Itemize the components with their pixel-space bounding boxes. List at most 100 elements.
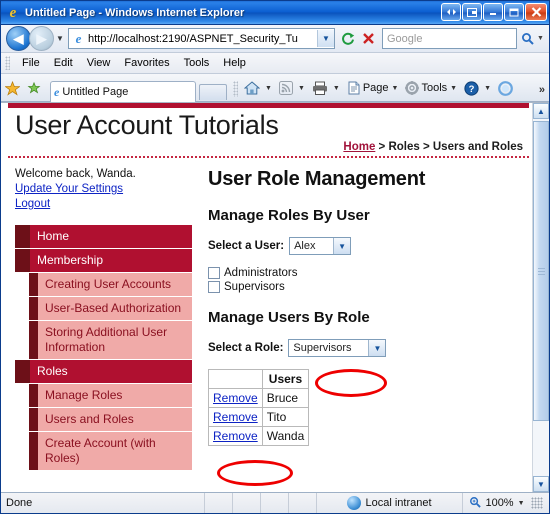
menu-edit[interactable]: Edit: [47, 57, 80, 69]
sidebar-item-manage-roles[interactable]: Manage Roles: [15, 384, 192, 408]
rss-feed-icon: [278, 81, 293, 95]
page-menu-button[interactable]: Page ▼: [345, 77, 404, 99]
stop-button[interactable]: [358, 28, 379, 49]
table-header-action: [208, 369, 263, 389]
page-favicon-icon: e: [75, 31, 82, 46]
scroll-down-icon[interactable]: ▼: [533, 476, 549, 492]
print-button[interactable]: ▼: [310, 77, 345, 99]
help-dropdown-icon[interactable]: ▼: [484, 85, 491, 92]
home-button[interactable]: ▼: [242, 77, 277, 99]
checkbox-label-supervisors: Supervisors: [224, 281, 285, 293]
role-dropdown[interactable]: Supervisors ▼: [288, 339, 387, 357]
zoom-control[interactable]: 100% ▼: [463, 493, 549, 513]
sidebar-item-create-account-with-roles[interactable]: Create Account (with Roles): [15, 432, 192, 471]
user-dropdown[interactable]: Alex ▼: [289, 237, 352, 255]
chevron-down-icon[interactable]: ▼: [333, 238, 351, 254]
checkbox-administrators[interactable]: [208, 267, 220, 279]
back-arrow-icon: ◀: [13, 31, 24, 46]
command-overflow-icon[interactable]: »: [539, 84, 545, 96]
home-dropdown-icon[interactable]: ▼: [265, 85, 272, 92]
browser-tab[interactable]: e Untitled Page: [50, 81, 196, 102]
menu-bar: File Edit View Favorites Tools Help: [1, 53, 549, 74]
menu-gripper[interactable]: [5, 56, 10, 70]
close-button[interactable]: [525, 3, 547, 21]
status-text: Done: [1, 493, 205, 513]
sidebar-item-user-based-authorization[interactable]: User-Based Authorization: [15, 297, 192, 321]
menu-file[interactable]: File: [15, 57, 47, 69]
status-segment-1: [205, 493, 233, 513]
page-scrollbar[interactable]: ▲ ▼: [532, 103, 549, 492]
tab-and-command-bar: e Untitled Page ▼ ▼ ▼ Page ▼ Tools ▼ ? ▼…: [1, 74, 549, 102]
remove-link-tito[interactable]: Remove: [213, 410, 258, 424]
print-dropdown-icon[interactable]: ▼: [333, 85, 340, 92]
restore-group-button[interactable]: [441, 3, 461, 21]
remove-link-wanda[interactable]: Remove: [213, 429, 258, 443]
scrollbar-track[interactable]: [533, 119, 549, 476]
safety-button[interactable]: [496, 77, 517, 99]
zoom-dropdown-icon[interactable]: ▼: [518, 500, 525, 507]
logout-link[interactable]: Logout: [15, 197, 206, 212]
maximize-button[interactable]: [504, 3, 524, 21]
address-dropdown-icon[interactable]: ▼: [317, 30, 334, 47]
status-bar: Done Local intranet 100% ▼: [1, 492, 549, 513]
history-dropdown-button[interactable]: ▼: [54, 34, 66, 43]
user-dropdown-value: Alex: [294, 240, 316, 252]
back-button[interactable]: ◀: [6, 26, 31, 51]
tab-label: Untitled Page: [62, 86, 129, 98]
welcome-greeting: Welcome back, Wanda.: [15, 168, 136, 180]
window-resize-grip[interactable]: [530, 497, 543, 509]
breadcrumb: Home > Roles > Users and Roles: [343, 141, 523, 153]
forward-button[interactable]: ▶: [29, 26, 54, 51]
zoom-magnifier-icon: [469, 496, 482, 511]
search-dropdown-button[interactable]: ▼: [537, 35, 546, 42]
address-input[interactable]: e http://localhost:2190/ASPNET_Security_…: [68, 28, 335, 49]
select-role-label: Select a Role:: [208, 342, 284, 354]
search-go-button[interactable]: [517, 28, 537, 49]
sidebar-item-membership[interactable]: Membership: [15, 249, 192, 273]
refresh-button[interactable]: [337, 28, 358, 49]
menu-help[interactable]: Help: [216, 57, 253, 69]
browser-window: e Untitled Page - Windows Internet Explo…: [0, 0, 550, 514]
checkbox-row-administrators[interactable]: Administrators: [208, 267, 532, 279]
help-button[interactable]: ? ▼: [462, 77, 496, 99]
status-segment-2: [233, 493, 261, 513]
breadcrumb-home-link[interactable]: Home: [343, 141, 375, 153]
menu-view[interactable]: View: [80, 57, 118, 69]
feeds-dropdown-icon[interactable]: ▼: [298, 85, 305, 92]
site-title: User Account Tutorials: [15, 110, 279, 140]
role-dropdown-value: Supervisors: [293, 342, 352, 354]
minimize-button[interactable]: [483, 3, 503, 21]
feeds-button[interactable]: ▼: [277, 77, 310, 99]
sidebar-item-roles[interactable]: Roles: [15, 360, 192, 384]
sidebar-item-creating-user-accounts[interactable]: Creating User Accounts: [15, 273, 192, 297]
menu-favorites[interactable]: Favorites: [117, 57, 176, 69]
menu-tools[interactable]: Tools: [177, 57, 217, 69]
table-cell-action: Remove: [208, 388, 263, 408]
checkbox-supervisors[interactable]: [208, 281, 220, 293]
search-input[interactable]: Google: [382, 28, 517, 49]
tools-menu-button[interactable]: Tools ▼: [403, 77, 462, 99]
status-segment-4: [289, 493, 317, 513]
remove-link-bruce[interactable]: Remove: [213, 391, 258, 405]
sidebar-item-storing-additional-user-information[interactable]: Storing Additional User Information: [15, 321, 192, 360]
scrollbar-thumb[interactable]: [533, 121, 549, 421]
page-dropdown-icon[interactable]: ▼: [392, 85, 399, 92]
address-url-text: http://localhost:2190/ASPNET_Security_Tu: [88, 32, 298, 45]
tab-list-button[interactable]: [462, 3, 482, 21]
command-bar-gripper: [233, 81, 238, 97]
section-heading-manage-users-by-role: Manage Users By Role: [208, 309, 370, 326]
tools-dropdown-icon[interactable]: ▼: [450, 85, 457, 92]
chevron-down-icon[interactable]: ▼: [368, 340, 386, 356]
update-settings-link[interactable]: Update Your Settings: [15, 182, 206, 197]
new-tab-button[interactable]: [199, 84, 227, 100]
window-controls: [441, 3, 547, 21]
scroll-up-icon[interactable]: ▲: [533, 103, 549, 119]
checkbox-row-supervisors[interactable]: Supervisors: [208, 281, 532, 293]
add-to-favorites-icon[interactable]: [23, 77, 45, 99]
security-zone[interactable]: Local intranet: [317, 493, 463, 513]
sidebar-item-users-and-roles[interactable]: Users and Roles: [15, 408, 192, 432]
breadcrumb-trail: > Roles > Users and Roles: [375, 141, 523, 153]
home-icon: [244, 81, 260, 95]
sidebar-item-home[interactable]: Home: [15, 225, 192, 249]
favorites-center-icon[interactable]: [1, 77, 23, 99]
